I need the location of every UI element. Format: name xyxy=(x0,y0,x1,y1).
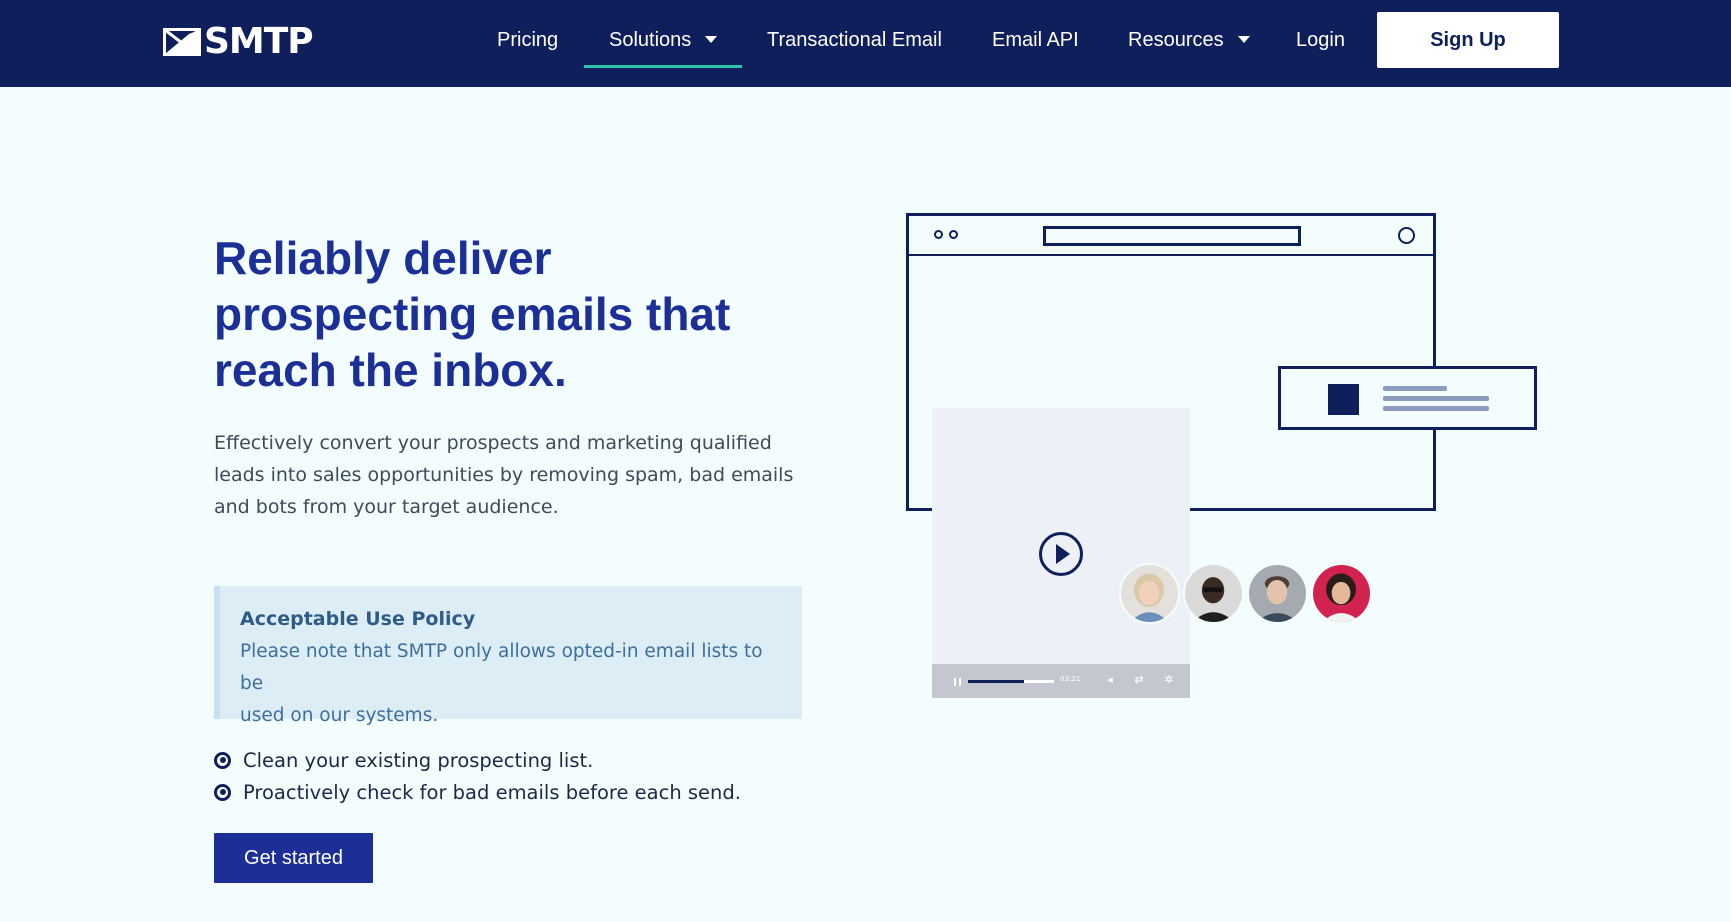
notice-title: Acceptable Use Policy xyxy=(240,608,476,630)
page-title: Reliably deliver prospecting emails that… xyxy=(214,230,774,398)
logo-text: SMTP xyxy=(204,21,314,62)
nav-email-api-label: Email API xyxy=(992,29,1079,51)
video-progress-fill xyxy=(968,680,1024,683)
nav-pricing[interactable]: Pricing xyxy=(497,24,558,56)
browser-toolbar xyxy=(909,216,1433,256)
repeat-icon[interactable]: ⇄ xyxy=(1133,674,1145,686)
nav-login-label: Login xyxy=(1296,29,1345,51)
window-dot-icon xyxy=(934,230,943,239)
list-item-text: Proactively check for bad emails before … xyxy=(243,780,741,804)
video-player[interactable]: 03:21 ◂ ⇄ ✲ xyxy=(932,408,1190,698)
logo[interactable]: SMTP xyxy=(163,21,314,62)
nav-login[interactable]: Login xyxy=(1296,24,1345,56)
description-line-1: Effectively convert your prospects and m… xyxy=(214,432,772,454)
play-icon[interactable] xyxy=(1038,531,1084,577)
description-line-3: and bots from your target audience. xyxy=(214,496,559,518)
avatar-man-grey xyxy=(1247,563,1308,624)
active-nav-underline xyxy=(584,65,742,68)
address-bar xyxy=(1043,226,1301,246)
sign-up-button[interactable]: Sign Up xyxy=(1377,12,1559,68)
chevron-down-icon xyxy=(705,36,718,43)
acceptable-use-notice: Acceptable Use Policy Please note that S… xyxy=(214,586,802,726)
headline-line-1: Reliably deliver xyxy=(214,232,552,284)
avatar-man-dark xyxy=(1183,563,1244,624)
notification-card xyxy=(1278,366,1537,430)
nav-solutions-label: Solutions xyxy=(609,29,692,51)
nav-transactional-label: Transactional Email xyxy=(767,29,942,51)
card-thumbnail xyxy=(1328,384,1359,415)
notice-body: Please note that SMTP only allows opted-… xyxy=(240,636,782,732)
nav-resources-label: Resources xyxy=(1128,29,1224,51)
nav-transactional-email[interactable]: Transactional Email xyxy=(767,24,942,56)
hero-description: Effectively convert your prospects and m… xyxy=(214,427,804,523)
envelope-check-icon xyxy=(163,28,201,56)
list-item: Clean your existing prospecting list. xyxy=(214,747,593,773)
video-controls: 03:21 ◂ ⇄ ✲ xyxy=(932,664,1190,698)
card-text-line xyxy=(1383,396,1489,401)
card-text-line xyxy=(1383,406,1489,411)
bullet-icon xyxy=(214,783,231,801)
headline-line-3: reach the inbox. xyxy=(214,344,567,396)
description-line-2: leads into sales opportunities by removi… xyxy=(214,464,794,486)
video-time: 03:21 xyxy=(1060,675,1081,683)
list-item-text: Clean your existing prospecting list. xyxy=(243,748,594,772)
nav-email-api[interactable]: Email API xyxy=(992,24,1079,56)
window-dot-icon xyxy=(949,230,958,239)
window-circle-icon xyxy=(1398,227,1415,244)
hero-illustration: 03:21 ◂ ⇄ ✲ xyxy=(900,205,1540,705)
volume-icon[interactable]: ◂ xyxy=(1104,674,1116,686)
get-started-button[interactable]: Get started xyxy=(214,833,373,883)
card-text-line xyxy=(1383,386,1447,391)
bullet-icon xyxy=(214,751,231,769)
chevron-down-icon xyxy=(1237,36,1250,43)
list-item: Proactively check for bad emails before … xyxy=(214,779,741,805)
nav-resources[interactable]: Resources xyxy=(1128,24,1250,56)
avatar-woman-red xyxy=(1311,563,1372,624)
notice-line-2: used on our systems. xyxy=(240,705,439,726)
headline-line-2: prospecting emails that xyxy=(214,288,731,340)
nav-solutions[interactable]: Solutions xyxy=(609,24,718,56)
nav-pricing-label: Pricing xyxy=(497,29,559,51)
pause-icon[interactable] xyxy=(954,678,961,686)
settings-icon[interactable]: ✲ xyxy=(1163,674,1175,686)
notice-line-1: Please note that SMTP only allows opted-… xyxy=(240,641,763,694)
avatar-woman-blonde xyxy=(1119,563,1180,624)
top-nav: SMTP Pricing Solutions Transactional Ema… xyxy=(0,0,1731,87)
video-progress-bar[interactable] xyxy=(968,680,1054,683)
